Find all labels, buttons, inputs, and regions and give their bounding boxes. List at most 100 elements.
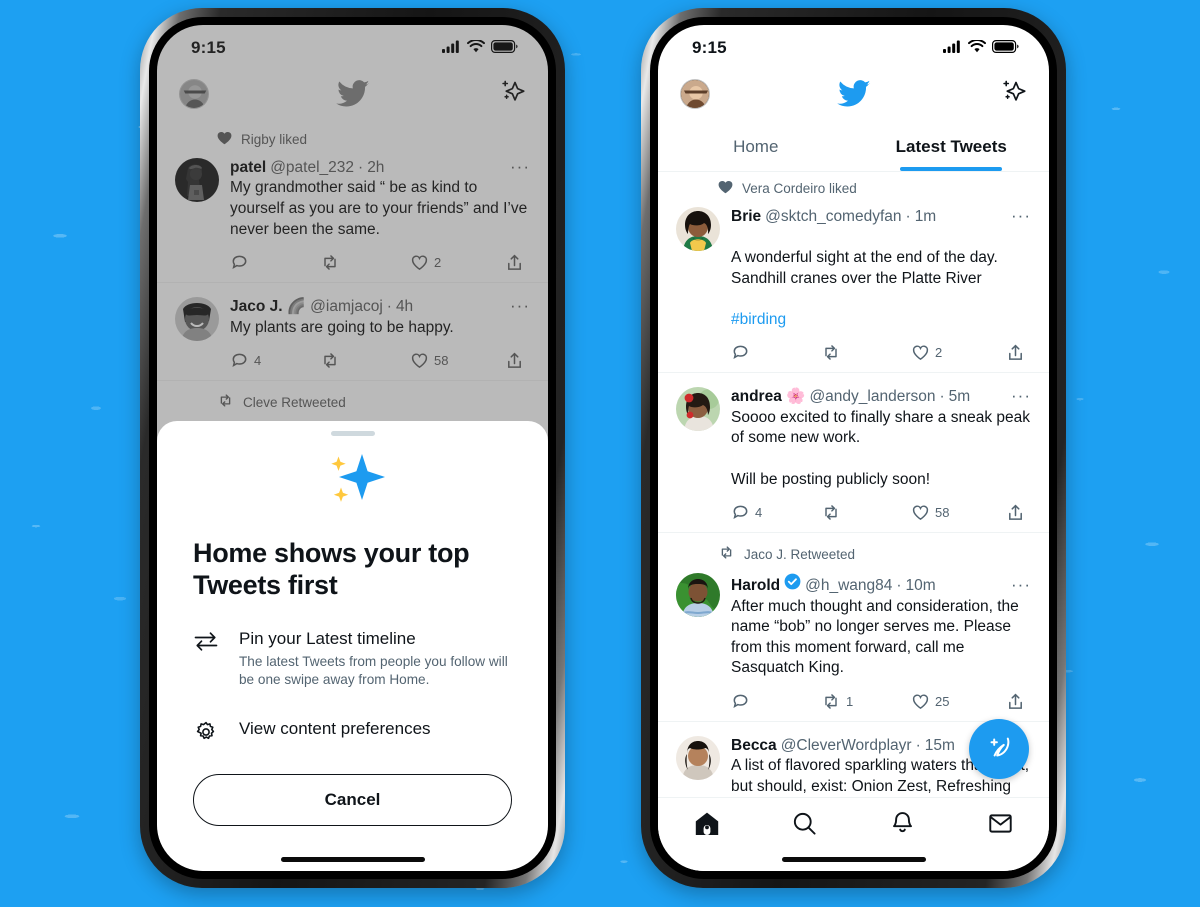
share-action[interactable] (1001, 692, 1031, 711)
battery-icon (992, 38, 1019, 58)
tweet-actions: 4 58 (731, 498, 1031, 526)
reply-action[interactable] (230, 253, 320, 272)
like-action[interactable]: 2 (410, 253, 500, 272)
share-action[interactable] (500, 351, 530, 370)
home-icon (693, 810, 721, 843)
app-bar (157, 65, 548, 123)
more-options-icon[interactable]: ··· (1003, 207, 1031, 224)
sparkle-icon[interactable] (496, 77, 526, 112)
tweet-author-name[interactable]: Becca (731, 736, 777, 755)
twitter-bird-logo (334, 80, 372, 108)
tweet-author-name[interactable]: Brie (731, 207, 761, 226)
compose-tweet-button[interactable] (969, 719, 1029, 779)
twitter-bird-logo (835, 80, 873, 108)
tweet-header: patel @patel_232 · 2h ··· (230, 158, 530, 177)
nav-item-search[interactable] (756, 810, 854, 842)
tab-home[interactable]: Home (658, 123, 854, 171)
tweet-author-name[interactable]: andrea 🌸 (731, 387, 805, 406)
avatar[interactable] (175, 158, 219, 202)
retweet-action[interactable] (320, 253, 410, 272)
cancel-button[interactable]: Cancel (193, 774, 512, 827)
nav-item-home[interactable] (658, 810, 756, 843)
share-action[interactable] (1001, 343, 1031, 362)
tweet-timestamp: 5m (948, 388, 971, 406)
profile-avatar[interactable] (179, 79, 209, 109)
like-action[interactable]: 25 (911, 692, 1001, 711)
tweet-separator: · (915, 737, 921, 755)
tweet-timestamp: 2h (367, 159, 385, 176)
tweet-separator: · (939, 388, 945, 406)
avatar[interactable] (676, 573, 720, 618)
tweet-separator: · (896, 577, 902, 595)
reply-action[interactable] (731, 343, 821, 362)
tweet-author-name[interactable]: Jaco J. 🌈 (230, 297, 306, 316)
avatar[interactable] (676, 387, 720, 432)
avatar[interactable] (676, 736, 720, 781)
sheet-row-content-preferences[interactable]: View content preferences (193, 718, 512, 744)
tweet-text: My plants are going to be happy. (230, 318, 454, 336)
retweet-action[interactable] (821, 343, 911, 362)
reply-action[interactable]: 4 (230, 351, 320, 370)
retweet-action[interactable] (821, 503, 911, 522)
status-bar: 9:15 (658, 25, 1049, 65)
tweet-row[interactable]: Brie @sktch_comedyfan · 1m ··· A wonderf… (658, 197, 1049, 374)
share-action[interactable] (500, 253, 530, 272)
like-action[interactable]: 58 (911, 503, 1001, 522)
phone-right: 9:15 Home Latest Tweets Vera Cordeiro li… (641, 8, 1066, 888)
nav-item-notifications[interactable] (854, 810, 952, 842)
avatar[interactable] (175, 297, 219, 342)
tweet-separator: · (386, 298, 392, 316)
search-icon (791, 810, 818, 842)
like-count: 2 (935, 344, 943, 360)
verified-badge-icon (784, 573, 801, 590)
gear-icon (193, 718, 219, 744)
more-options-icon[interactable]: ··· (1003, 576, 1031, 593)
like-action[interactable]: 2 (911, 343, 1001, 362)
sheet-row-title: View content preferences (239, 719, 431, 739)
hashtag-link[interactable]: #birding (731, 311, 786, 328)
nav-item-messages[interactable] (951, 810, 1049, 842)
tweet-header: Jaco J. 🌈 @iamjacoj · 4h ··· (230, 297, 530, 316)
tweet-handle[interactable]: @h_wang84 (805, 576, 892, 595)
tweet-row[interactable]: Jaco J. 🌈 @iamjacoj · 4h ··· My plants a… (157, 283, 548, 382)
tab-label: Home (733, 137, 779, 156)
sparkles-illustration (193, 450, 512, 512)
tweet-header: Harold @h_wang84 · 10m ··· (731, 573, 1031, 595)
wifi-icon (467, 38, 485, 58)
share-action[interactable] (1001, 503, 1031, 522)
context-row: Rigby liked (157, 123, 548, 148)
context-label: Cleve Retweeted (243, 394, 346, 410)
tweet-row[interactable]: andrea 🌸 @andy_landerson · 5m ··· Soooo … (658, 373, 1049, 534)
tweet-handle[interactable]: @patel_232 (270, 158, 354, 177)
tweet-author-name[interactable]: Harold (731, 576, 780, 595)
tweet-text: My grandmother said “ be as kind to your… (230, 179, 528, 238)
retweet-action[interactable] (320, 351, 410, 370)
more-options-icon[interactable]: ··· (502, 158, 530, 175)
tweet-handle[interactable]: @CleverWordplayr (781, 736, 912, 755)
tweet-row[interactable]: Harold @h_wang84 · 10m ··· After much th… (658, 563, 1049, 723)
tweet-row[interactable]: patel @patel_232 · 2h ··· My grandmother… (157, 148, 548, 284)
tab-latest-tweets[interactable]: Latest Tweets (854, 123, 1050, 171)
tweet-body-text: A wonderful sight at the end of the day.… (731, 248, 998, 287)
like-action[interactable]: 58 (410, 351, 500, 370)
retweet-action[interactable]: 1 (821, 692, 911, 711)
tweet-handle[interactable]: @andy_landerson (809, 387, 935, 406)
more-options-icon[interactable]: ··· (502, 297, 530, 314)
more-options-icon[interactable]: ··· (1003, 387, 1031, 404)
sparkle-icon[interactable] (997, 77, 1027, 112)
phone-screen-right: 9:15 Home Latest Tweets Vera Cordeiro li… (658, 25, 1049, 871)
reply-action[interactable] (731, 692, 821, 711)
reply-count: 4 (254, 352, 262, 368)
retweet-icon (217, 393, 234, 411)
wifi-icon (968, 38, 986, 58)
status-time: 9:15 (692, 38, 727, 57)
tweet-handle[interactable]: @sktch_comedyfan (765, 207, 901, 226)
sheet-row-pin-latest[interactable]: Pin your Latest timeline The latest Twee… (193, 628, 512, 689)
context-row: Vera Cordeiro liked (658, 172, 1049, 197)
profile-avatar[interactable] (680, 79, 710, 109)
sheet-grabber[interactable] (330, 431, 375, 436)
tweet-author-name[interactable]: patel (230, 158, 266, 177)
tweet-handle[interactable]: @iamjacoj (310, 297, 383, 316)
reply-action[interactable]: 4 (731, 503, 821, 522)
avatar[interactable] (676, 207, 720, 251)
